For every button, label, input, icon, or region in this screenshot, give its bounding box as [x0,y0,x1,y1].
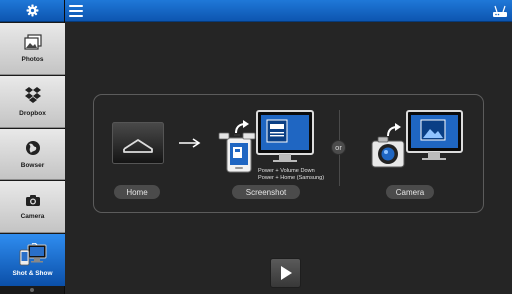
or-badge: or [331,140,346,155]
hint-volume-down: Power + Volume Down [258,168,315,174]
play-icon [280,266,292,280]
sidebar-item-dropbox[interactable]: Dropbox [0,76,65,128]
router-icon [492,3,508,19]
sidebar-item-label: Bowser [20,161,45,169]
play-button[interactable] [270,258,301,288]
home-step-label: Home [114,185,160,199]
sidebar-item-camera[interactable]: Camera [0,181,65,233]
camera-illustration [370,108,464,172]
scroll-indicator [30,288,34,292]
hamburger-icon [69,5,83,7]
photos-icon [23,34,42,50]
settings-button[interactable] [0,0,64,22]
screenshot-step-label: Screenshot [232,185,300,199]
menu-button[interactable] [68,3,84,19]
dropbox-icon [24,86,42,104]
gear-icon [26,4,39,17]
sidebar-item-label: Dropbox [19,109,46,117]
hint-home-samsung: Power + Home (Samsung) [258,175,325,181]
top-bar [65,0,512,22]
router-button[interactable] [492,3,508,19]
screenshot-illustration [216,109,316,175]
sidebar-item-label: Shot & Show [12,270,53,277]
shot-show-icon [18,243,48,267]
arrow-right-icon [179,138,201,148]
home-button-icon [112,122,164,164]
camera-step-label: Camera [386,185,434,199]
sidebar-item-shot-show[interactable]: Shot & Show [0,234,65,286]
sidebar-item-photos[interactable]: Photos [0,23,65,75]
sidebar-item-label: Photos [21,56,44,63]
sidebar: Photos Dropbox Bowser Camera Shot & Show [0,0,65,294]
camera-icon [25,194,41,207]
sidebar-item-bowser[interactable]: Bowser [0,129,65,180]
globe-icon [25,140,41,156]
sidebar-item-label: Camera [20,212,45,220]
